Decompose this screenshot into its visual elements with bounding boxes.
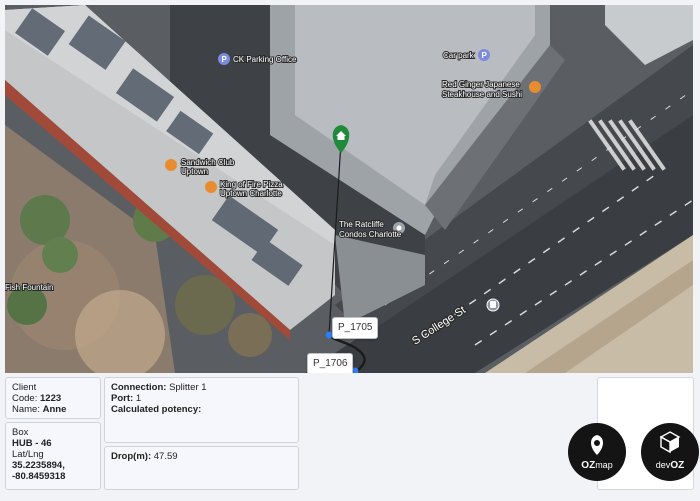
- connection-row: Connection: Splitter 1: [111, 382, 292, 393]
- poi-label-king-1: King of Fire Pizza: [220, 180, 283, 189]
- connection-value: Splitter 1: [169, 382, 207, 393]
- ozmap-logo-text: OZmap: [568, 460, 626, 471]
- client-panel: Client Code: 1223 Name: Anne: [5, 377, 101, 419]
- poi-car-park[interactable]: P Car park: [442, 49, 490, 61]
- ozmap-suffix: map: [595, 460, 613, 470]
- ozmap-prefix: OZ: [581, 460, 596, 471]
- client-code-row: Code: 1223: [12, 393, 94, 404]
- bus-stop-icon[interactable]: [486, 298, 500, 312]
- client-name-value: Anne: [42, 404, 67, 415]
- marker-text-p1705: P_1705: [338, 322, 373, 333]
- poi-label-king-2: Uptown Charlotte: [220, 189, 282, 198]
- box-panel: Box HUB - 46 Lat/Lng 35.2235894, -80.845…: [5, 422, 101, 490]
- poi-fish-fountain[interactable]: Fish Fountain: [5, 282, 54, 293]
- latlng-label: Lat/Lng: [12, 449, 44, 460]
- devoz-logo[interactable]: devOZ: [641, 423, 699, 481]
- port-value: 1: [135, 393, 142, 404]
- svg-text:P: P: [482, 51, 488, 60]
- map-pin-icon: [591, 435, 603, 455]
- client-code-value: 1223: [40, 393, 62, 404]
- poi-label-car-park: Car park: [443, 51, 475, 60]
- box-lat: 35.2235894,: [12, 460, 65, 471]
- poi-label-red-ginger-1: Red Ginger Japanese: [442, 80, 520, 89]
- box-heading: Box: [12, 427, 29, 438]
- drop-panel: Drop(m): 47.59: [104, 446, 299, 490]
- port-label: Port:: [111, 393, 134, 404]
- poi-label-red-ginger-2: Steakhouse and Sushi: [442, 90, 522, 99]
- devoz-logo-text: devOZ: [641, 460, 699, 471]
- poi-label-ratcliffe-2: Condos Charlotte: [339, 230, 402, 239]
- drop-value: 47.59: [153, 451, 178, 462]
- client-code-label: Code:: [12, 393, 38, 404]
- svg-text:P: P: [222, 55, 228, 64]
- devoz-prefix: dev: [655, 460, 671, 470]
- connection-label: Connection:: [111, 382, 167, 393]
- box-hub: HUB - 46: [12, 438, 52, 449]
- client-name-row: Name: Anne: [12, 404, 94, 415]
- box-lng: -80.8459318: [12, 471, 66, 482]
- marker-label-p1705[interactable]: P_1705: [332, 317, 379, 339]
- satellite-map[interactable]: P CK Parking Office P Car park Red Ginge…: [5, 5, 693, 373]
- potency-row: Calculated potency:: [111, 404, 292, 415]
- cube-icon: [659, 431, 681, 454]
- port-row: Port: 1: [111, 393, 292, 404]
- poi-label-ck-parking: CK Parking Office: [233, 55, 297, 64]
- poi-label-ratcliffe-1: The Ratcliffe: [339, 220, 384, 229]
- drop-row: Drop(m): 47.59: [111, 451, 292, 462]
- client-heading: Client: [12, 382, 37, 393]
- client-name-label: Name:: [12, 404, 40, 415]
- ozmap-logo[interactable]: OZmap: [568, 423, 626, 481]
- poi-label-sandwich-2: Uptown: [181, 167, 208, 176]
- poi-label-fish-fountain: Fish Fountain: [5, 283, 53, 292]
- potency-label: Calculated potency:: [111, 404, 202, 415]
- drop-label: Drop(m):: [111, 451, 152, 462]
- poi-label-sandwich-1: Sandwich Club: [181, 158, 235, 167]
- devoz-suffix: OZ: [670, 460, 685, 471]
- connection-panel: Connection: Splitter 1 Port: 1 Calculate…: [104, 377, 299, 443]
- marker-label-p1706[interactable]: P_1706: [307, 353, 354, 373]
- marker-text-p1706: P_1706: [313, 358, 348, 369]
